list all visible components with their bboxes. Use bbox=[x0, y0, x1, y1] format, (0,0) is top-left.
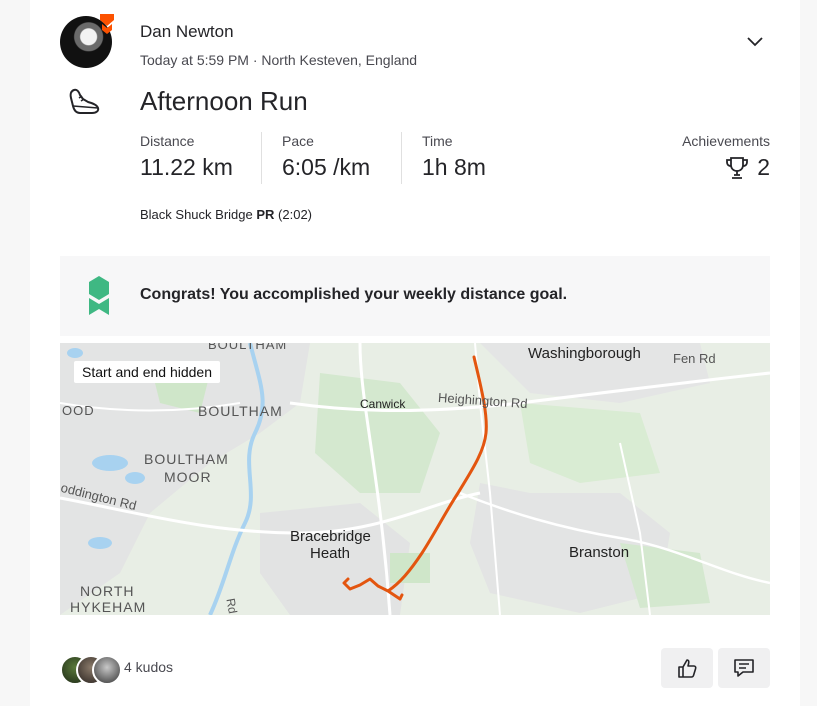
give-kudos-button[interactable] bbox=[661, 648, 713, 688]
stat-value: 1h 8m bbox=[422, 154, 486, 180]
stat-value: 6:05 /km bbox=[282, 154, 371, 180]
stat-pace: Pace 6:05 /km bbox=[282, 133, 370, 181]
segment-name: Black Shuck Bridge bbox=[140, 207, 253, 222]
kudo-avatar[interactable] bbox=[92, 655, 122, 685]
stat-label: Distance bbox=[140, 133, 195, 149]
stat-time: Time 1h 8m bbox=[422, 133, 486, 181]
running-shoe-icon bbox=[69, 88, 100, 114]
activity-card: Dan Newton Today at 5:59 PM · North Kest… bbox=[30, 0, 800, 706]
map-label: Bracebridge bbox=[290, 528, 371, 545]
map-label: BOULTHAM bbox=[208, 343, 288, 352]
goal-text: Congrats! You accomplished your weekly d… bbox=[140, 286, 568, 303]
activity-title[interactable]: Afternoon Run bbox=[140, 86, 308, 117]
thumbs-up-icon bbox=[678, 659, 697, 678]
map-label: Heath bbox=[310, 545, 351, 562]
comment-button[interactable] bbox=[718, 648, 770, 688]
stat-label: Pace bbox=[282, 133, 314, 149]
map-label: NORTH bbox=[80, 583, 135, 599]
map-label: HYKEHAM bbox=[70, 599, 147, 615]
map-label: Fen Rd bbox=[673, 351, 716, 366]
achievements[interactable]: Achievements 2 bbox=[682, 133, 770, 181]
goal-ribbon-icon bbox=[89, 276, 109, 315]
stat-label: Time bbox=[422, 133, 453, 149]
segment-pr[interactable]: Black Shuck Bridge PR (2:02) bbox=[140, 207, 312, 222]
segment-time: (2:02) bbox=[278, 207, 313, 222]
map-label: Canwick bbox=[360, 397, 406, 411]
stat-divider bbox=[401, 132, 402, 184]
achievements-label: Achievements bbox=[682, 133, 770, 149]
pr-badge: PR bbox=[256, 207, 275, 222]
stat-divider bbox=[261, 132, 262, 184]
trophy-icon bbox=[726, 156, 749, 179]
comment-icon bbox=[734, 659, 754, 677]
map-label: Washingborough bbox=[528, 345, 641, 362]
map-label: MOOR bbox=[164, 469, 212, 485]
stat-value: 11.22 km bbox=[140, 154, 233, 180]
activity-footer: 4 kudos bbox=[60, 648, 770, 688]
subscriber-badge-icon bbox=[100, 14, 114, 34]
map-label: BOULTHAM bbox=[144, 451, 229, 467]
activity-meta: Today at 5:59 PM · North Kesteven, Engla… bbox=[140, 52, 418, 68]
map-label: Branston bbox=[569, 544, 630, 561]
map-label: OOD bbox=[62, 403, 95, 418]
achievements-count: 2 bbox=[757, 154, 770, 180]
chevron-down-icon[interactable] bbox=[744, 30, 766, 52]
map-label: Rd bbox=[223, 597, 240, 615]
goal-banner: Congrats! You accomplished your weekly d… bbox=[60, 256, 770, 336]
route-map[interactable]: Start and end hidden BOULTHAM Washingbor… bbox=[60, 343, 770, 615]
map-label: BOULTHAM bbox=[198, 403, 283, 419]
stat-distance: Distance 11.22 km bbox=[140, 133, 233, 181]
athlete-name[interactable]: Dan Newton bbox=[140, 22, 234, 42]
kudos-count[interactable]: 4 kudos bbox=[124, 659, 173, 675]
start-end-hidden-chip: Start and end hidden bbox=[74, 361, 220, 383]
